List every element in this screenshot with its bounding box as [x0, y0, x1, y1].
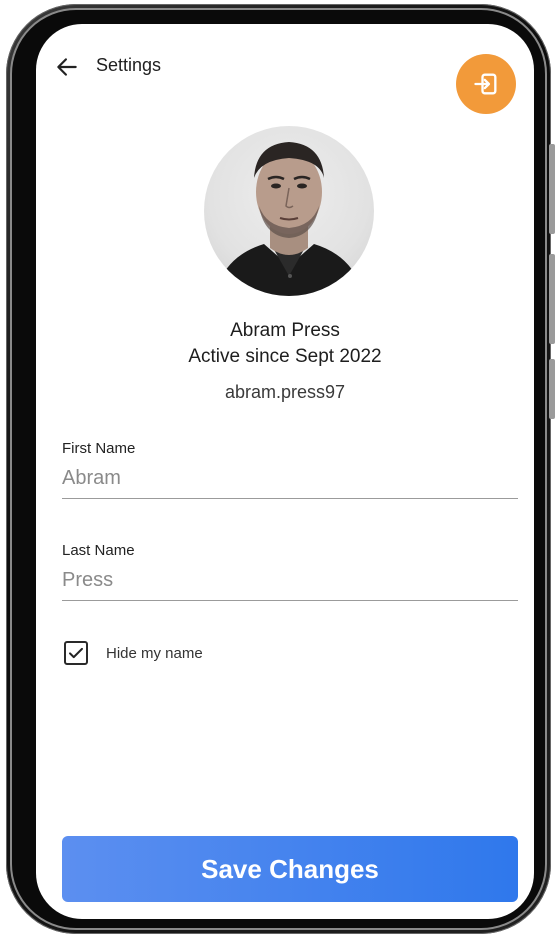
hide-name-option[interactable]: Hide my name	[64, 641, 203, 665]
phone-side-button	[549, 359, 555, 419]
profile-username: abram.press97	[224, 382, 346, 402]
phone-side-button	[549, 254, 555, 344]
back-button[interactable]	[54, 54, 80, 80]
profile-photo	[214, 142, 364, 296]
hide-name-checkbox[interactable]	[64, 641, 88, 665]
avatar[interactable]	[204, 126, 374, 296]
first-name-field: First Name	[62, 440, 518, 499]
save-changes-button[interactable]: Save Changes	[62, 836, 518, 902]
profile-name: Abram Press	[230, 320, 340, 341]
arrow-left-icon	[57, 58, 77, 76]
logout-button[interactable]	[456, 54, 516, 114]
phone-side-button	[549, 144, 555, 234]
checkmark-icon	[69, 647, 83, 659]
sign-out-icon	[474, 73, 497, 95]
hide-name-label: Hide my name	[106, 644, 203, 662]
first-name-input[interactable]	[62, 457, 518, 499]
first-name-label: First Name	[62, 440, 136, 457]
profile-active-since: Active since Sept 2022	[188, 346, 382, 367]
app-header: Settings	[36, 24, 534, 114]
phone-frame: Settings Abram Press Active since Sept 2…	[6, 4, 555, 934]
last-name-input[interactable]	[62, 559, 518, 601]
last-name-label: Last Name	[62, 542, 135, 559]
app-screen: Settings Abram Press Active since Sept 2…	[36, 24, 534, 919]
last-name-field: Last Name	[62, 542, 518, 601]
page-title: Settings	[96, 55, 162, 75]
